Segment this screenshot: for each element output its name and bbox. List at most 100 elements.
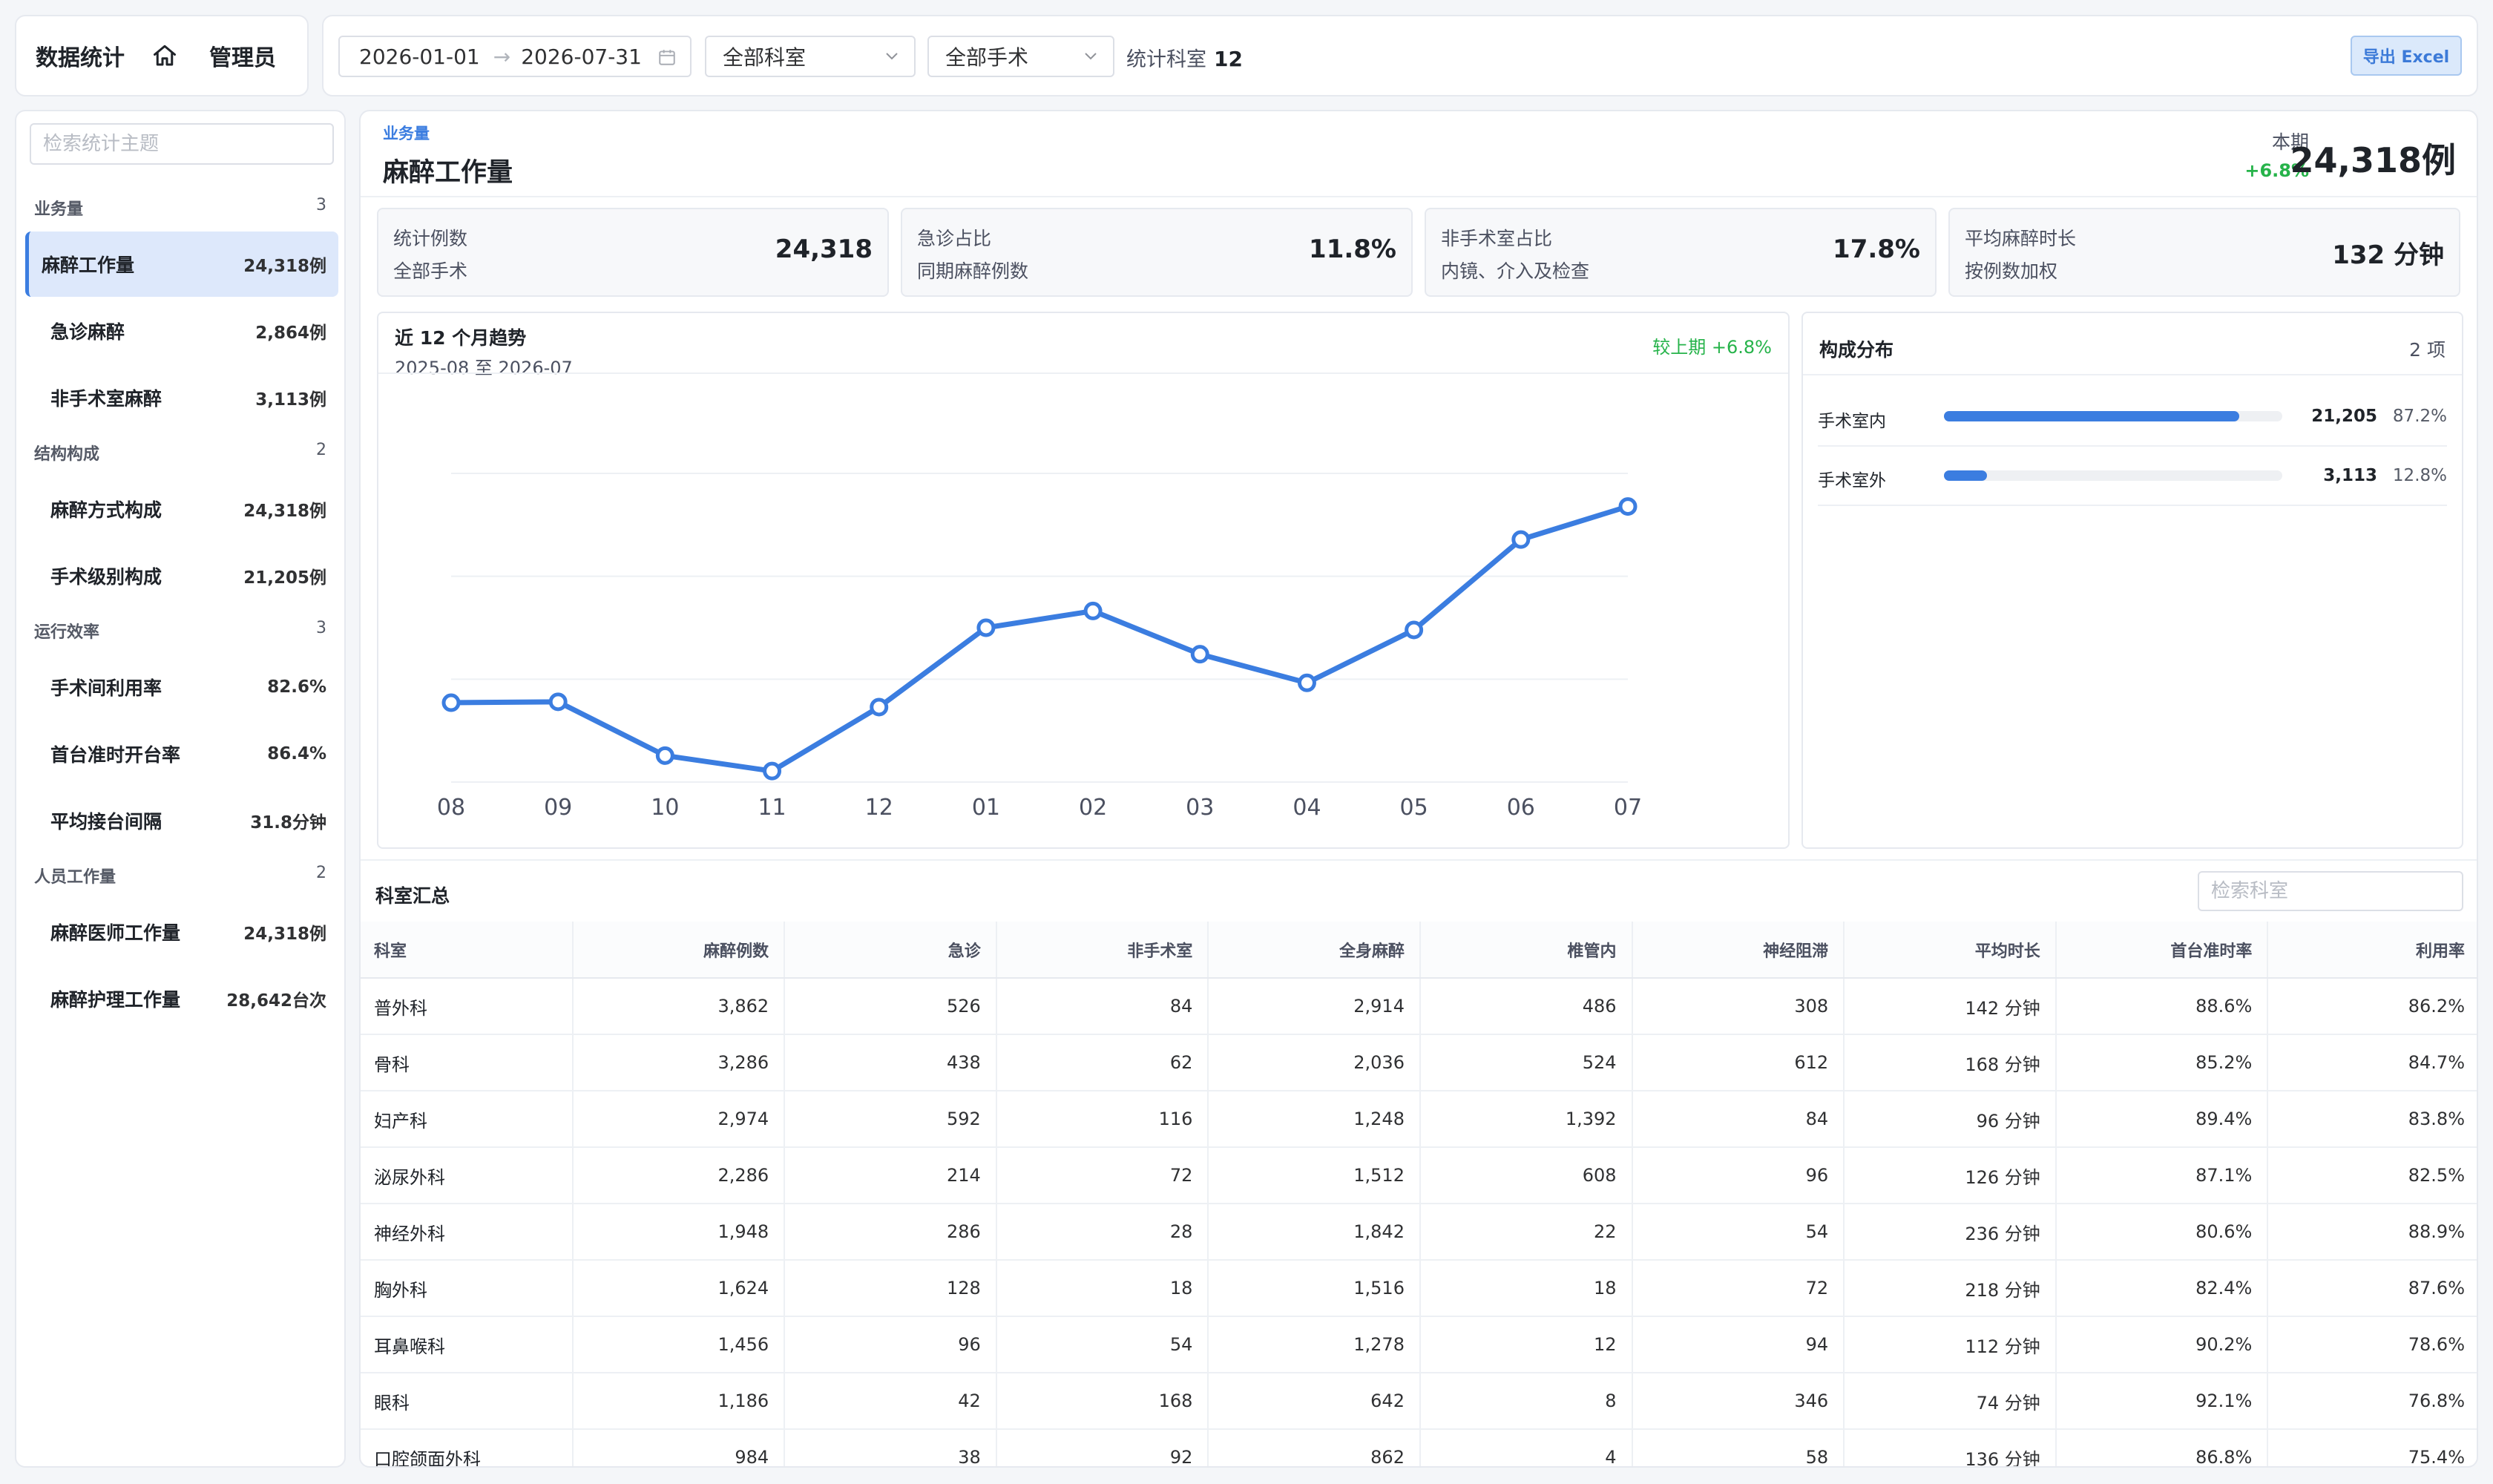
column-header-nerve-block[interactable]: 神经阻滞 (1632, 922, 1845, 979)
table-row[interactable]: 口腔颌面外科 984 38 92 862 4 58 136 分钟 86.8% 75.4% (361, 1429, 2477, 1466)
column-header-department[interactable]: 科室 (361, 922, 574, 979)
table-cell-neuraxial: 22 (1419, 1204, 1633, 1261)
chart-point (1405, 620, 1424, 640)
composition-bar-track (1944, 411, 2282, 421)
column-header-utilization[interactable]: 利用率 (2267, 922, 2477, 979)
sidebar-group-count: 2 (316, 441, 326, 459)
chart-point (548, 692, 568, 712)
table-cell-avg-duration: 74 分钟 (1844, 1373, 2057, 1430)
table-cell-department: 泌尿外科 (361, 1147, 574, 1204)
table-cell-non-or: 72 (996, 1147, 1209, 1204)
table-cell-nerve-block: 54 (1632, 1204, 1845, 1261)
table-cell-department: 妇产科 (361, 1091, 574, 1148)
table-cell-emergency: 526 (784, 978, 997, 1035)
table-cell-avg-duration: 136 分钟 (1844, 1429, 2057, 1466)
sidebar-item-anesthesiologist-workload[interactable]: 麻醉医师工作量 24,318例 (25, 899, 338, 965)
table-cell-emergency: 42 (784, 1373, 997, 1430)
app-title: 数据统计 (36, 45, 125, 71)
surgery-select[interactable]: 全部手术 (927, 36, 1114, 77)
table-cell-first-case-on-time: 92.1% (2055, 1373, 2269, 1430)
x-tick-label: 10 (651, 795, 679, 821)
chart-point (976, 618, 996, 637)
composition-count: 2 项 (2409, 339, 2446, 361)
department-search-input[interactable] (2198, 871, 2463, 911)
brand-panel: 数据统计 管理员 (15, 15, 309, 96)
department-summary-table: 科室 麻醉例数 急诊 非手术室 全身麻醉 椎管内 神经阻滞 平均时长 首台准时率 利用率 普外科 3… (361, 922, 2477, 1466)
sidebar-item-label: 麻醉方式构成 (50, 499, 162, 521)
sidebar-item-first-case-on-time[interactable]: 首台准时开台率 86.4% (25, 721, 338, 787)
table-cell-non-or: 92 (996, 1429, 1209, 1466)
sidebar-item-surgery-level[interactable]: 手术级别构成 21,205例 (25, 543, 338, 608)
department-count-value: 12 (1214, 47, 1243, 71)
sidebar-item-value: 2,864例 (255, 324, 326, 343)
sidebar-item-turnover-interval[interactable]: 平均接台间隔 31.8分钟 (25, 788, 338, 853)
table-row[interactable]: 胸外科 1,624 128 18 1,516 18 72 218 分钟 82.4% 87.6% (361, 1260, 2477, 1317)
sidebar-item-label: 手术级别构成 (50, 566, 162, 588)
x-tick-label: 09 (544, 795, 572, 821)
column-header-first-case-on-time[interactable]: 首台准时率 (2055, 922, 2269, 979)
x-tick-label: 04 (1293, 795, 1321, 821)
export-excel-button[interactable]: 导出 Excel (2351, 36, 2462, 76)
sidebar-item-value: 31.8分钟 (250, 813, 326, 833)
department-select[interactable]: 全部科室 (705, 36, 916, 77)
table-row[interactable]: 神经外科 1,948 286 28 1,842 22 54 236 分钟 80.6% 88.9% (361, 1204, 2477, 1261)
table-cell-emergency: 286 (784, 1204, 997, 1261)
table-cell-department: 普外科 (361, 978, 574, 1035)
sidebar-item-nursing-workload[interactable]: 麻醉护理工作量 28,642台次 (25, 966, 338, 1031)
filter-bar: 2026-01-01 → 2026-07-31 全部科室 全部手术 统计科室 12… (322, 15, 2478, 96)
sidebar-item-label: 急诊麻醉 (50, 321, 125, 343)
table-row[interactable]: 骨科 3,286 438 62 2,036 524 612 168 分钟 85.2% 84.7% (361, 1034, 2477, 1091)
sidebar-item-non-or-anesthesia[interactable]: 非手术室麻醉 3,113例 (25, 365, 338, 430)
sidebar-item-emergency-anesthesia[interactable]: 急诊麻醉 2,864例 (25, 298, 338, 364)
table-cell-neuraxial: 4 (1419, 1429, 1633, 1466)
sidebar-item-value: 24,318例 (243, 502, 326, 521)
table-row[interactable]: 耳鼻喉科 1,456 96 54 1,278 12 94 112 分钟 90.2% 78.6% (361, 1316, 2477, 1373)
trend-change: 较上期 +6.8% (1652, 337, 1772, 358)
table-cell-department: 神经外科 (361, 1204, 574, 1261)
topic-search-input[interactable] (30, 123, 334, 165)
surgery-select-value: 全部手术 (945, 45, 1029, 70)
table-cell-nerve-block: 72 (1632, 1260, 1845, 1317)
date-start[interactable]: 2026-01-01 (359, 45, 480, 69)
calendar-icon[interactable] (657, 47, 677, 67)
table-cell-nerve-block: 346 (1632, 1373, 1845, 1430)
table-cell-department: 眼科 (361, 1373, 574, 1430)
sidebar-item-value: 28,642台次 (226, 991, 326, 1011)
table-row[interactable]: 眼科 1,186 42 168 642 8 346 74 分钟 92.1% 76.8% (361, 1373, 2477, 1430)
date-end[interactable]: 2026-07-31 (521, 45, 642, 69)
sidebar-group-count: 3 (316, 619, 326, 637)
kpi-value: 132 分钟 (2332, 240, 2444, 270)
chart-point (1511, 530, 1531, 549)
column-header-avg-duration[interactable]: 平均时长 (1844, 922, 2057, 979)
table-row[interactable]: 泌尿外科 2,286 214 72 1,512 608 96 126 分钟 87.1% 82.5% (361, 1147, 2477, 1204)
column-header-non-or[interactable]: 非手术室 (996, 922, 1209, 979)
kpi-sublabel: 内镜、介入及检查 (1441, 260, 1590, 282)
table-cell-utilization: 87.6% (2267, 1260, 2477, 1317)
column-header-general-anesthesia[interactable]: 全身麻醉 (1208, 922, 1421, 979)
table-cell-utilization: 88.9% (2267, 1204, 2477, 1261)
x-tick-label: 05 (1400, 795, 1428, 821)
sidebar-item-label: 非手术室麻醉 (50, 388, 162, 410)
table-cell-anesthesia-cases: 1,186 (572, 1373, 786, 1430)
table-cell-utilization: 83.8% (2267, 1091, 2477, 1148)
table-cell-general-anesthesia: 642 (1208, 1373, 1421, 1430)
table-row[interactable]: 普外科 3,862 526 84 2,914 486 308 142 分钟 88.6% 86.2% (361, 978, 2477, 1035)
department-count: 统计科室 12 (1126, 43, 1243, 72)
column-header-anesthesia-cases[interactable]: 麻醉例数 (572, 922, 786, 979)
user-name[interactable]: 管理员 (209, 39, 276, 72)
home-icon[interactable] (151, 42, 178, 69)
column-header-neuraxial[interactable]: 椎管内 (1419, 922, 1633, 979)
table-cell-first-case-on-time: 90.2% (2055, 1316, 2269, 1373)
table-cell-general-anesthesia: 2,914 (1208, 978, 1421, 1035)
table-cell-anesthesia-cases: 1,948 (572, 1204, 786, 1261)
table-row[interactable]: 妇产科 2,974 592 116 1,248 1,392 84 96 分钟 89.4% 83.8… (361, 1091, 2477, 1148)
sidebar-item-anesthesia-workload[interactable]: 麻醉工作量 24,318例 (25, 232, 338, 297)
kpi-value: 24,318 (775, 234, 873, 264)
page-title: 麻醉工作量 (383, 158, 513, 188)
sidebar-item-anesthesia-method[interactable]: 麻醉方式构成 24,318例 (25, 476, 338, 542)
sidebar-item-or-utilization[interactable]: 手术间利用率 82.6% (25, 654, 338, 720)
sidebar-item-value: 24,318例 (243, 257, 326, 276)
date-range-picker[interactable]: 2026-01-01 → 2026-07-31 (338, 36, 692, 77)
trend-line-chart: 08 09 10 11 12 01 02 03 04 05 06 07 (437, 473, 1642, 821)
column-header-emergency[interactable]: 急诊 (784, 922, 997, 979)
